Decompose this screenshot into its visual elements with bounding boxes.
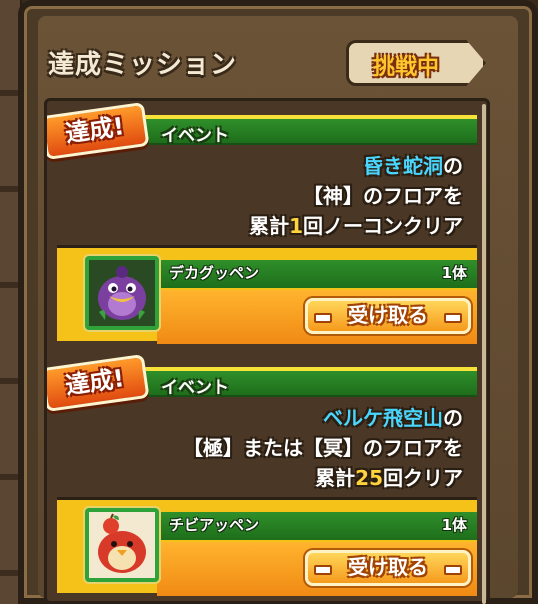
reward-count: 1体 bbox=[441, 264, 467, 282]
dungeon-name: ベルケ飛空山 bbox=[323, 406, 443, 430]
panel-title: 達成ミッション bbox=[48, 50, 238, 80]
reward-row: デカグッペン 1体 受け取る bbox=[57, 245, 477, 344]
achieved-badge: 達成! bbox=[47, 353, 150, 413]
mission-condition: 【神】のフロアを bbox=[303, 184, 463, 208]
list-scrollbar[interactable] bbox=[482, 104, 486, 604]
purple-penguin-monster-icon[interactable] bbox=[85, 256, 159, 330]
mission-condition: 【極】または【冥】のフロアを bbox=[183, 436, 463, 460]
clear-count: 1 bbox=[289, 214, 303, 238]
reward-name: チビアッペン bbox=[169, 516, 260, 534]
mission-category: イベント bbox=[161, 378, 229, 398]
mission-category: イベント bbox=[161, 126, 229, 146]
tab-in-progress[interactable]: 挑戦中 bbox=[346, 40, 486, 86]
reward-name: デカグッペン bbox=[169, 264, 260, 282]
receive-button[interactable]: 受け取る bbox=[305, 550, 471, 586]
dungeon-name: 昏き蛇洞 bbox=[363, 154, 443, 178]
mission-list[interactable]: イベント 達成! 昏き蛇洞の 【神】のフロアを 累計1回ノーコンクリア デカグッ… bbox=[44, 98, 490, 604]
mission-description: 昏き蛇洞の 【神】のフロアを 累計1回ノーコンクリア bbox=[249, 154, 463, 238]
reward-row: チビアッペン 1体 受け取る bbox=[57, 497, 477, 596]
receive-button[interactable]: 受け取る bbox=[305, 298, 471, 334]
achieved-badge: 達成! bbox=[47, 101, 150, 161]
reward-count: 1体 bbox=[441, 516, 467, 534]
clear-count: 25 bbox=[355, 466, 383, 490]
mission-description: ベルケ飛空山の 【極】または【冥】のフロアを 累計25回クリア bbox=[183, 406, 463, 490]
red-apple-bird-monster-icon[interactable] bbox=[85, 508, 159, 582]
tab-in-progress-label: 挑戦中 bbox=[372, 55, 439, 80]
